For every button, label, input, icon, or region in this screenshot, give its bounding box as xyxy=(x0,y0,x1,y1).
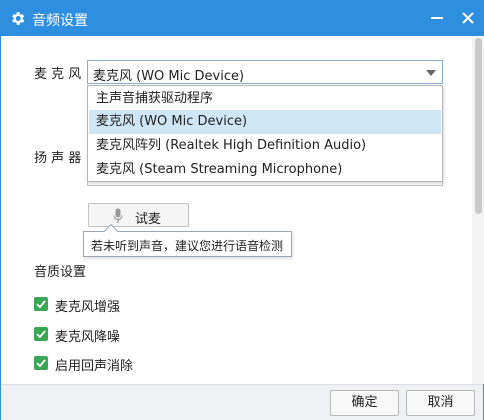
chevron-down-icon[interactable] xyxy=(426,70,436,76)
mic-dropdown-list: 主声音捕获驱动程序 麦克风 (WO Mic Device) 麦克风阵列 (Rea… xyxy=(87,85,443,182)
gear-icon xyxy=(12,12,25,25)
mic-option-selected[interactable]: 麦克风 (WO Mic Device) xyxy=(89,110,441,134)
dialog-footer: 确定 取消 xyxy=(1,384,483,420)
mic-option[interactable]: 主声音捕获驱动程序 xyxy=(89,87,441,111)
checkbox-label: 麦克风增强 xyxy=(55,300,121,315)
cancel-button[interactable]: 取消 xyxy=(406,390,475,416)
quality-heading: 音质设置 xyxy=(34,265,87,280)
checkbox-label: 麦克风降噪 xyxy=(55,330,121,345)
mic-label: 麦 克 风 xyxy=(34,67,82,82)
checkbox-checked-icon[interactable] xyxy=(34,297,48,311)
settings-content: 麦 克 风 麦克风 (WO Mic Device) 扬 声 器 试麦 若未听到声… xyxy=(1,36,471,384)
mic-select[interactable]: 麦克风 (WO Mic Device) xyxy=(87,60,443,84)
ok-button[interactable]: 确定 xyxy=(330,390,399,416)
checkbox-checked-icon[interactable] xyxy=(34,356,48,370)
audio-settings-window: 音频设置 麦 克 风 麦克风 (WO Mic Device) 扬 声 器 试麦 … xyxy=(0,0,484,420)
scrollbar-thumb[interactable] xyxy=(475,38,482,214)
voice-check-tooltip: 若未听到声音，建议您进行语音检测 xyxy=(83,223,292,257)
vertical-scrollbar[interactable] xyxy=(472,36,484,384)
tooltip-text: 若未听到声音，建议您进行语音检测 xyxy=(91,239,284,253)
mic-select-value: 麦克风 (WO Mic Device) xyxy=(93,69,245,84)
microphone-icon xyxy=(113,208,123,223)
mic-option[interactable]: 麦克风 (Steam Streaming Microphone) xyxy=(89,158,441,182)
checkbox-checked-icon[interactable] xyxy=(34,327,48,341)
test-mic-label: 试麦 xyxy=(135,212,162,227)
minimize-icon[interactable] xyxy=(428,9,446,27)
test-mic-button[interactable]: 试麦 xyxy=(88,203,189,227)
speaker-label: 扬 声 器 xyxy=(34,151,82,166)
window-title: 音频设置 xyxy=(32,13,88,29)
title-bar: 音频设置 xyxy=(1,1,483,36)
mic-option[interactable]: 麦克风阵列 (Realtek High Definition Audio) xyxy=(89,134,441,158)
close-icon[interactable] xyxy=(459,9,477,27)
checkbox-label: 启用回声消除 xyxy=(55,359,134,374)
